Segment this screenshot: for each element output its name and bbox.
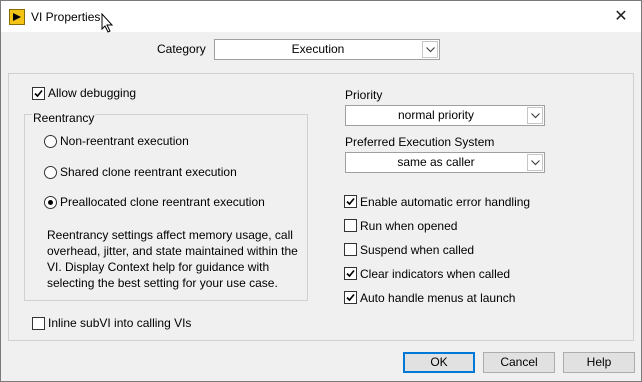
shared-clone-radio[interactable]	[44, 166, 57, 179]
allow-debugging-checkbox[interactable]	[32, 87, 45, 100]
ok-button[interactable]: OK	[403, 352, 475, 373]
execution-system-label: Preferred Execution System	[345, 135, 495, 149]
non-reentrant-radio[interactable]	[44, 135, 57, 148]
execution-system-value: same as caller	[397, 155, 475, 169]
cancel-button[interactable]: Cancel	[483, 352, 555, 373]
labview-vi-icon	[9, 9, 25, 25]
category-label: Category	[157, 42, 206, 56]
allow-debugging-label: Allow debugging	[48, 86, 137, 100]
help-button[interactable]: Help	[563, 352, 635, 373]
suspend-when-called-checkbox[interactable]	[344, 243, 357, 256]
check-icon	[346, 197, 355, 206]
auto-handle-menus-label: Auto handle menus at launch	[360, 291, 516, 305]
check-icon	[346, 269, 355, 278]
chevron-down-icon[interactable]	[422, 41, 438, 58]
run-when-opened-label: Run when opened	[360, 219, 458, 233]
enable-error-handling-label: Enable automatic error handling	[360, 195, 531, 209]
title-bar[interactable]: VI Properties ✕	[1, 1, 641, 33]
inline-subvi-checkbox[interactable]	[32, 317, 45, 330]
close-icon: ✕	[614, 8, 628, 25]
priority-label: Priority	[345, 88, 383, 102]
reentrancy-group-label: Reentrancy	[32, 111, 96, 125]
auto-handle-menus-checkbox[interactable]	[344, 291, 357, 304]
inline-subvi-label: Inline subVI into calling VIs	[48, 316, 192, 330]
priority-dropdown[interactable]: normal priority	[345, 105, 545, 126]
shared-clone-label: Shared clone reentrant execution	[60, 165, 237, 179]
category-dropdown[interactable]: Execution	[214, 39, 440, 60]
priority-value: normal priority	[397, 108, 475, 122]
clear-indicators-checkbox[interactable]	[344, 267, 357, 280]
close-button[interactable]: ✕	[601, 1, 641, 32]
check-icon	[34, 89, 43, 98]
vi-properties-dialog: VI Properties ✕ Category Execution Allow…	[0, 0, 642, 382]
chevron-down-icon[interactable]	[527, 154, 543, 171]
mouse-cursor-icon	[101, 13, 113, 33]
chevron-down-icon[interactable]	[527, 107, 543, 124]
clear-indicators-label: Clear indicators when called	[360, 267, 511, 281]
preallocated-clone-radio[interactable]	[44, 196, 57, 209]
radio-selected-dot	[48, 200, 53, 205]
preallocated-clone-label: Preallocated clone reentrant execution	[60, 195, 265, 209]
execution-system-dropdown[interactable]: same as caller	[345, 152, 545, 173]
reentrancy-help-text: Reentrancy settings affect memory usage,…	[47, 228, 298, 290]
run-when-opened-checkbox[interactable]	[344, 219, 357, 232]
non-reentrant-label: Non-reentrant execution	[60, 134, 189, 148]
enable-error-handling-checkbox[interactable]	[344, 195, 357, 208]
check-icon	[346, 293, 355, 302]
category-value: Execution	[291, 42, 345, 56]
window-title: VI Properties	[31, 10, 101, 24]
suspend-when-called-label: Suspend when called	[360, 243, 475, 257]
